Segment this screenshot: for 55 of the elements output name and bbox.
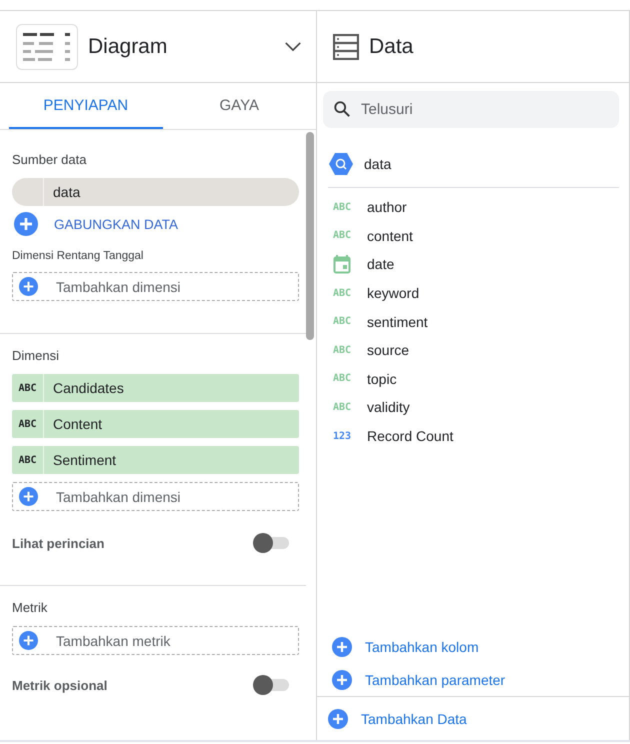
field-name[interactable]: Record Count [367, 428, 454, 444]
data-source-name: data [364, 156, 392, 172]
panel-title: Data [369, 34, 414, 58]
add-dimension-field[interactable]: Tambahkan dimensi [12, 482, 299, 511]
data-source-chip[interactable]: data [12, 178, 299, 206]
field-type-label: ABC [333, 316, 352, 328]
add-metric-field[interactable]: Tambahkan metrik [12, 626, 299, 655]
toggle-switch[interactable] [253, 675, 289, 695]
field-name[interactable]: keyword [367, 285, 420, 302]
blend-data-button[interactable]: GABUNGKAN DATA [54, 216, 178, 232]
field-name[interactable]: sentiment [367, 314, 428, 330]
add-data-button[interactable]: Tambahkan Data [361, 710, 467, 726]
field-name[interactable]: topic [367, 370, 397, 387]
field-type-label: ABC [333, 344, 352, 356]
field-type-label: 123 [333, 430, 352, 442]
field-type-label: ABC [333, 202, 352, 213]
chevron-down-icon[interactable] [284, 41, 302, 52]
field-name[interactable]: source [367, 342, 410, 358]
add-button[interactable]: Tambahkan parameter [365, 672, 506, 688]
add-dimension-field[interactable]: Tambahkan dimensi [12, 272, 299, 301]
tab[interactable]: PENYIAPAN [9, 83, 162, 129]
chart-type-title: Diagram [88, 34, 168, 58]
dimension-chip[interactable]: ABC Content [12, 410, 299, 438]
add-icon [332, 670, 352, 690]
toggle-label: Lihat perincian [12, 536, 104, 550]
toggle-label: Metrik opsional [12, 678, 108, 692]
section-heading: Sumber data [12, 152, 88, 167]
section-heading: Dimensi Rentang Tanggal [12, 250, 144, 262]
toggle-switch[interactable] [253, 533, 289, 553]
add-icon [19, 487, 38, 506]
field-type-label: ABC [333, 288, 352, 299]
calendar-icon [333, 254, 351, 274]
add-icon [19, 277, 38, 296]
field-name[interactable]: date [367, 256, 394, 272]
field-type-label: ABC [333, 373, 352, 384]
field-type-label: ABC [333, 230, 352, 242]
dimension-chip[interactable]: ABC Candidates [12, 374, 299, 402]
table-chart-icon[interactable] [16, 24, 78, 70]
add-icon [19, 631, 38, 650]
field-name[interactable]: validity [367, 399, 410, 416]
field-name[interactable]: author [367, 199, 407, 216]
bigquery-hexagon-icon [328, 152, 354, 176]
add-button[interactable]: Tambahkan kolom [365, 638, 479, 654]
section-heading: Dimensi [12, 348, 60, 363]
section-heading: Metrik [12, 600, 48, 615]
database-icon [333, 34, 359, 60]
field-name[interactable]: content [367, 228, 413, 244]
scrollbar[interactable] [306, 132, 314, 340]
search-field[interactable]: Telusuri [323, 91, 619, 128]
add-icon [332, 636, 352, 656]
add-icon [328, 708, 348, 728]
dimension-chip[interactable]: ABC Sentiment [12, 446, 299, 474]
add-icon [14, 212, 38, 236]
field-type-label: ABC [333, 402, 352, 413]
tab[interactable]: GAYA [162, 83, 316, 129]
